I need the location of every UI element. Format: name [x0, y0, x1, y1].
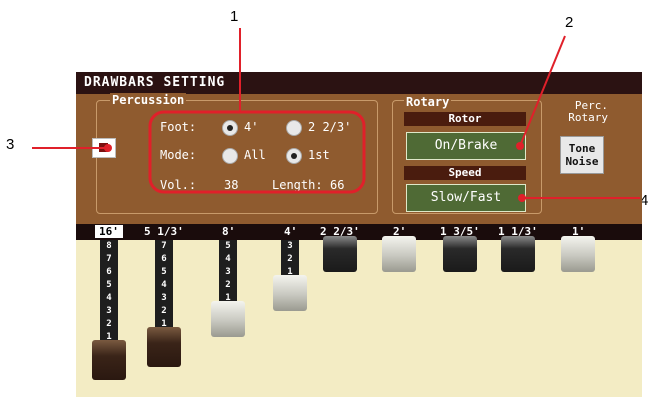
callout-2-dot [516, 142, 524, 150]
callout-1-highlight [148, 110, 366, 194]
annotation-lines [32, 28, 640, 202]
callout-2-leader [519, 35, 566, 147]
callout-3-dot [104, 144, 112, 152]
callout-4-dot [518, 194, 526, 202]
